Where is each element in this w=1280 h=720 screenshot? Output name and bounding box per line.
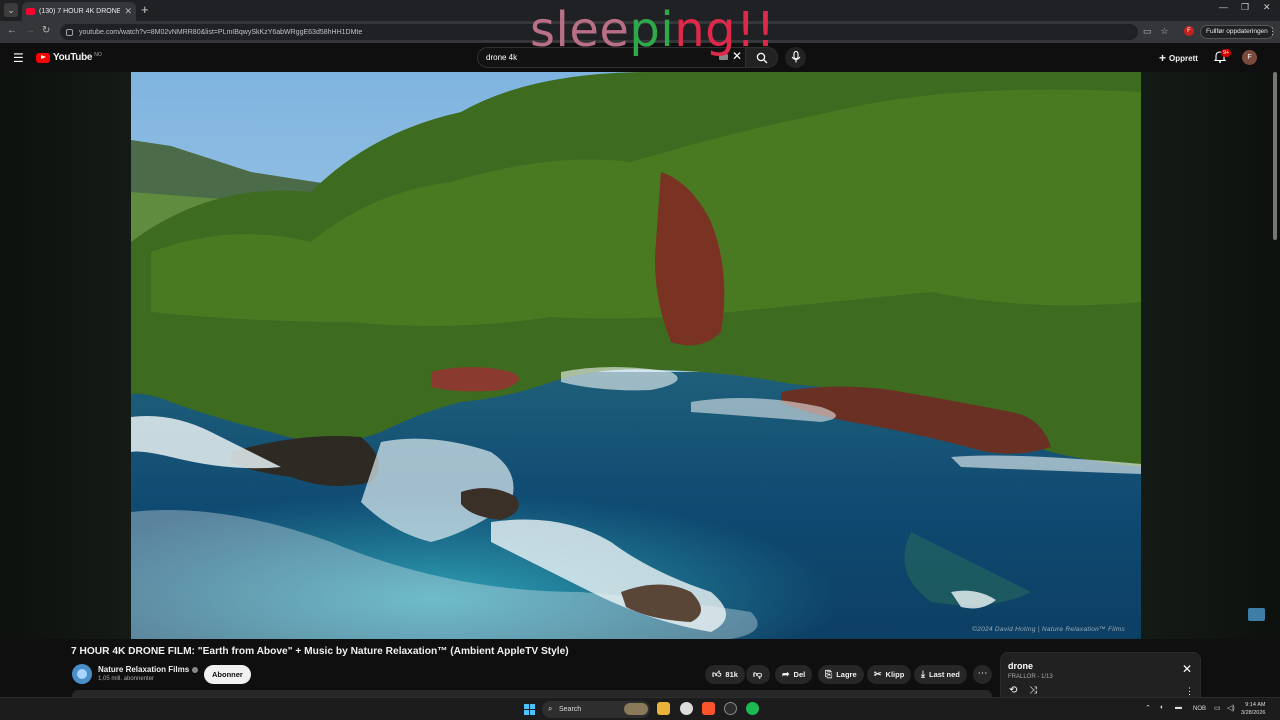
download-button[interactable]: ⤓ Last ned <box>914 665 967 684</box>
update-button[interactable]: Fullfør oppdateringen <box>1200 25 1274 39</box>
video-frame <box>131 72 1141 639</box>
tab-search-button[interactable]: ⌄ <box>4 3 18 17</box>
tray-app-icon[interactable]: ◐ <box>1160 704 1164 711</box>
account-avatar[interactable]: F <box>1242 50 1257 65</box>
ambient-left <box>0 72 131 639</box>
notification-badge: 9+ <box>1221 49 1232 57</box>
voice-search-button[interactable] <box>785 47 806 68</box>
loop-icon[interactable]: ⟲ <box>1009 685 1017 696</box>
channel-logo-icon <box>77 669 87 679</box>
clip-label: Klipp <box>885 670 905 679</box>
share-icon: ➦ <box>782 669 790 679</box>
minimize-button[interactable]: — <box>1219 2 1228 12</box>
new-tab-button[interactable]: + <box>141 2 149 17</box>
channel-name-text: Nature Relaxation Films <box>98 665 190 674</box>
channel-avatar[interactable] <box>72 664 92 684</box>
share-label: Del <box>793 670 806 679</box>
ambient-right <box>1141 72 1280 639</box>
close-playlist-icon[interactable]: ✕ <box>1182 662 1192 676</box>
channel-name[interactable]: Nature Relaxation Films <box>98 665 199 674</box>
thumbs-down-icon: 👎︎ <box>753 669 763 679</box>
playlist-menu-icon[interactable]: ⋮ <box>1185 686 1194 697</box>
spotify-icon[interactable] <box>746 702 759 715</box>
video-title: 7 HOUR 4K DRONE FILM: "Earth from Above"… <box>71 646 569 657</box>
share-button[interactable]: ➦ Del <box>775 665 813 684</box>
tray-chevron-icon[interactable]: ⌃ <box>1145 704 1151 712</box>
site-info-icon[interactable] <box>66 28 73 36</box>
chrome-icon[interactable] <box>680 702 693 715</box>
back-button[interactable]: ← <box>7 25 17 36</box>
youtube-play-icon <box>36 52 50 63</box>
save-label: Lagre <box>836 670 857 679</box>
video-player[interactable]: ©2024 David Hoting | Nature Relaxation™ … <box>131 72 1141 639</box>
clip-button[interactable]: ✂ Klipp <box>867 665 912 684</box>
youtube-favicon-icon <box>26 8 35 15</box>
language-indicator[interactable]: NOB <box>1193 706 1206 712</box>
taskbar-search-icon: ⌕ <box>548 704 553 713</box>
shuffle-icon[interactable]: ⤨ <box>1029 685 1037 696</box>
tray-flag-icon[interactable]: ▬ <box>1175 704 1182 711</box>
more-actions-button[interactable]: ⋯ <box>973 665 992 684</box>
dislike-button[interactable]: 👎︎ <box>746 665 770 684</box>
miniplayer-icon[interactable] <box>1248 608 1265 621</box>
clock-app-icon[interactable] <box>724 702 737 715</box>
browser-menu-icon[interactable]: ⋮ <box>1268 26 1277 37</box>
tab-close-icon[interactable]: ✕ <box>124 6 132 17</box>
youtube-logo[interactable]: YouTube NO <box>36 52 102 63</box>
windows-taskbar: Search ⌕ ⌃ ◐ ▬ NOB ▭ ◁) 9:14 AM 3/28/202… <box>0 697 1280 720</box>
logo-country: NO <box>94 51 102 58</box>
page-scrollbar[interactable] <box>1273 72 1277 240</box>
logo-text: YouTube <box>53 52 93 63</box>
subscribe-button[interactable]: Abonner <box>204 665 251 684</box>
url-text: youtube.com/watch?v=8M02vNMRR80&list=PLm… <box>79 28 363 36</box>
hamburger-menu-icon[interactable]: ☰ <box>13 51 24 65</box>
overlay-text-part: slee <box>530 2 630 58</box>
save-button[interactable]: ⎘ Lagre <box>818 665 864 684</box>
file-explorer-icon[interactable] <box>657 702 670 715</box>
create-button[interactable]: + Opprett <box>1159 51 1198 65</box>
plus-icon: + <box>1159 51 1167 65</box>
address-bar-actions: ▭ ☆ <box>1143 26 1169 37</box>
overlay-text: sleeping!! <box>530 4 776 56</box>
overlay-text-part: ng!! <box>674 2 776 58</box>
download-label: Last ned <box>928 670 960 679</box>
browser-tab-active[interactable]: (130) 7 HOUR 4K DRONE FILM ✕ <box>22 2 136 21</box>
playlist-panel: drone FRALLOR - 1/13 ✕ ⟲ ⤨ ⋮ <box>1000 652 1201 700</box>
browser-profile-avatar[interactable]: F <box>1184 26 1194 36</box>
subscriber-count: 1,05 mill. abonnenter <box>98 676 155 682</box>
video-watermark: ©2024 David Hoting | Nature Relaxation™ … <box>972 626 1125 633</box>
scissors-icon: ✂ <box>874 669 882 679</box>
taskbar-clock[interactable]: 9:14 AM 3/28/2026 <box>1241 701 1265 717</box>
windows-start-icon[interactable] <box>524 704 535 715</box>
bookmark-icon: ⎘ <box>825 669 833 679</box>
close-window-button[interactable]: ✕ <box>1263 2 1271 13</box>
like-count: 81k <box>725 670 738 679</box>
reload-button[interactable]: ↻ <box>42 25 50 36</box>
bookmark-star-icon[interactable]: ☆ <box>1161 26 1169 37</box>
clock-time: 9:14 AM <box>1245 702 1266 708</box>
download-icon: ⤓ <box>921 669 925 679</box>
playlist-subtitle: FRALLOR - 1/13 <box>1008 674 1053 680</box>
cast-icon[interactable]: ▭ <box>1143 26 1152 37</box>
search-highlight-image[interactable] <box>624 703 648 715</box>
verified-icon <box>192 666 199 673</box>
microphone-icon <box>791 50 800 63</box>
playlist-title[interactable]: drone <box>1008 661 1033 671</box>
brave-icon[interactable] <box>702 702 715 715</box>
tab-title: (130) 7 HOUR 4K DRONE FILM <box>39 8 121 15</box>
create-label: Opprett <box>1169 53 1198 63</box>
maximize-button[interactable]: ❐ <box>1241 2 1249 13</box>
forward-button[interactable]: → <box>25 25 35 36</box>
volume-icon[interactable]: ◁) <box>1227 704 1235 712</box>
thumbs-up-icon: 👍︎ <box>712 669 722 679</box>
like-button[interactable]: 👍︎ 81k <box>705 665 745 684</box>
network-icon[interactable]: ▭ <box>1214 704 1221 712</box>
clock-date: 3/28/2026 <box>1241 710 1266 716</box>
overlay-text-part: pi <box>629 2 675 58</box>
